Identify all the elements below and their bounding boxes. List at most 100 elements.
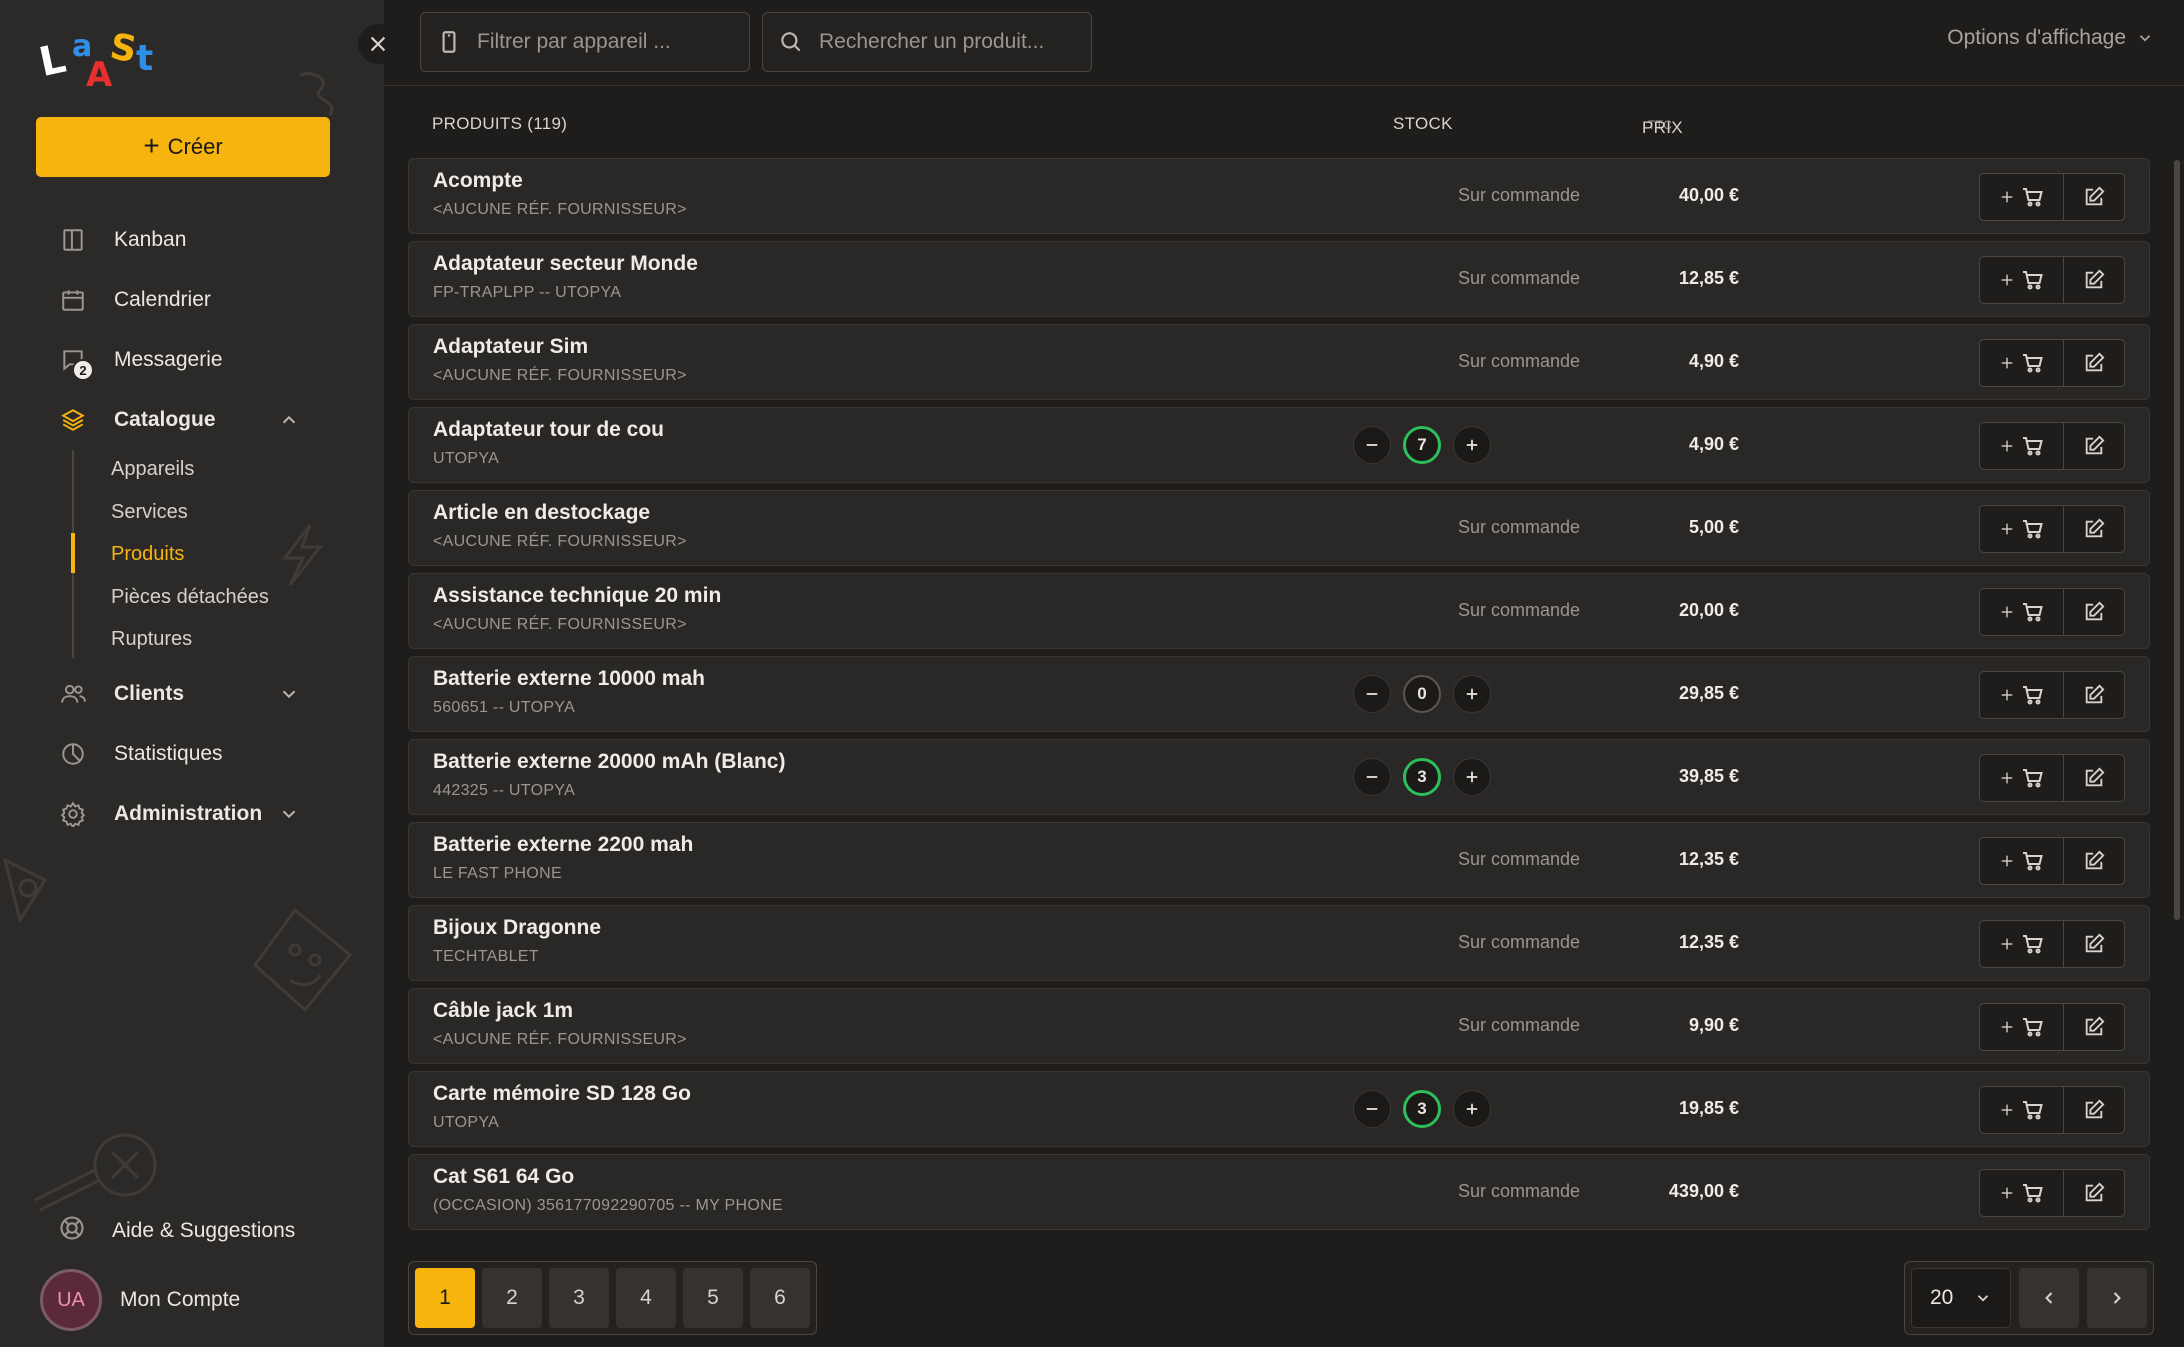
product-name[interactable]: Assistance technique 20 min [433,584,721,608]
sub-item-services[interactable]: Services [111,497,188,527]
close-sidebar-button[interactable] [358,24,398,64]
edit-button[interactable] [2064,838,2124,884]
decrease-stock-button[interactable] [1353,426,1391,464]
edit-button[interactable] [2064,1170,2124,1216]
add-to-cart-button[interactable] [1980,340,2064,386]
edit-button[interactable] [2064,1087,2124,1133]
display-options-dropdown[interactable]: Options d'affichage [1947,26,2154,50]
product-name[interactable]: Adaptateur Sim [433,335,588,359]
add-to-cart-button[interactable] [1980,672,2064,718]
table-row[interactable]: Adaptateur Sim <AUCUNE RÉF. FOURNISSEUR>… [408,324,2150,400]
nav-item-admin[interactable]: Administration [58,794,296,834]
table-row[interactable]: Article en destockage <AUCUNE RÉF. FOURN… [408,490,2150,566]
page-button[interactable]: 2 [482,1268,542,1328]
add-to-cart-button[interactable] [1980,506,2064,552]
increase-stock-button[interactable] [1453,675,1491,713]
product-name[interactable]: Bijoux Dragonne [433,916,601,940]
page-button[interactable]: 5 [683,1268,743,1328]
col-price[interactable]: PRIX TTC [1642,114,1683,137]
sub-item-produits[interactable]: Produits [111,539,184,569]
page-button[interactable]: 6 [750,1268,810,1328]
table-row[interactable]: Adaptateur tour de cou UTOPYA 7 4,90 € [408,407,2150,483]
app-logo[interactable]: L a A S t [38,22,178,88]
table-row[interactable]: Batterie externe 10000 mah 560651 -- UTO… [408,656,2150,732]
edit-button[interactable] [2064,257,2124,303]
edit-button[interactable] [2064,672,2124,718]
product-name[interactable]: Adaptateur secteur Monde [433,252,698,276]
table-row[interactable]: Cat S61 64 Go (OCCASION) 356177092290705… [408,1154,2150,1230]
add-to-cart-button[interactable] [1980,755,2064,801]
chevron-down-icon[interactable] [278,803,300,825]
product-name[interactable]: Cat S61 64 Go [433,1165,574,1189]
account-link[interactable]: UA Mon Compte [40,1269,240,1331]
table-row[interactable]: Câble jack 1m <AUCUNE RÉF. FOURNISSEUR> … [408,988,2150,1064]
edit-button[interactable] [2064,921,2124,967]
product-name[interactable]: Adaptateur tour de cou [433,418,664,442]
device-filter[interactable] [420,12,750,72]
edit-button[interactable] [2064,423,2124,469]
sub-item-ruptures[interactable]: Ruptures [111,624,192,654]
product-name[interactable]: Batterie externe 2200 mah [433,833,693,857]
chevron-down-icon[interactable] [278,683,300,705]
create-button[interactable]: + Créer [36,117,330,177]
table-row[interactable]: Batterie externe 20000 mAh (Blanc) 44232… [408,739,2150,815]
add-to-cart-button[interactable] [1980,838,2064,884]
add-to-cart-button[interactable] [1980,423,2064,469]
previous-page-button[interactable] [2019,1268,2079,1328]
submenu-active-indicator [71,533,75,573]
sub-item-pieces[interactable]: Pièces détachées [111,582,269,612]
table-row[interactable]: Adaptateur secteur Monde FP-TRAPLPP -- U… [408,241,2150,317]
scrollbar[interactable] [2174,160,2180,920]
per-page-select[interactable]: 20 [1911,1268,2011,1328]
next-page-button[interactable] [2087,1268,2147,1328]
edit-button[interactable] [2064,506,2124,552]
nav-item-stats[interactable]: Statistiques [58,734,223,774]
table-row[interactable]: Acompte <AUCUNE RÉF. FOURNISSEUR> Sur co… [408,158,2150,234]
decrease-stock-button[interactable] [1353,675,1391,713]
table-row[interactable]: Bijoux Dragonne TECHTABLET Sur commande … [408,905,2150,981]
nav-item-calendar[interactable]: Calendrier [58,280,211,320]
add-to-cart-button[interactable] [1980,1004,2064,1050]
cart-icon [2022,520,2043,539]
page-button[interactable]: 1 [415,1268,475,1328]
device-filter-input[interactable] [477,30,717,54]
nav-item-catalogue[interactable]: Catalogue [58,400,296,440]
add-to-cart-button[interactable] [1980,921,2064,967]
edit-button[interactable] [2064,174,2124,220]
decrease-stock-button[interactable] [1353,758,1391,796]
product-name[interactable]: Batterie externe 20000 mAh (Blanc) [433,750,785,774]
col-products[interactable]: PRODUITS (119) [432,114,567,134]
table-row[interactable]: Batterie externe 2200 mah LE FAST PHONE … [408,822,2150,898]
add-to-cart-button[interactable] [1980,257,2064,303]
product-name[interactable]: Acompte [433,169,523,193]
nav-item-messaging[interactable]: 2 Messagerie [58,340,223,381]
product-name[interactable]: Câble jack 1m [433,999,573,1023]
increase-stock-button[interactable] [1453,758,1491,796]
product-search[interactable] [762,12,1092,72]
edit-button[interactable] [2064,589,2124,635]
nav-item-clients[interactable]: Clients [58,674,296,714]
product-name[interactable]: Carte mémoire SD 128 Go [433,1082,691,1106]
decrease-stock-button[interactable] [1353,1090,1391,1128]
add-to-cart-button[interactable] [1980,589,2064,635]
add-to-cart-button[interactable] [1980,1087,2064,1133]
help-link[interactable]: Aide & Suggestions [58,1214,295,1248]
col-stock[interactable]: STOCK [1393,114,1453,134]
page-button[interactable]: 4 [616,1268,676,1328]
chevron-up-icon[interactable] [278,409,300,431]
product-name[interactable]: Article en destockage [433,501,650,525]
sub-item-appareils[interactable]: Appareils [111,454,194,484]
increase-stock-button[interactable] [1453,1090,1491,1128]
add-to-cart-button[interactable] [1980,1170,2064,1216]
increase-stock-button[interactable] [1453,426,1491,464]
add-to-cart-button[interactable] [1980,174,2064,220]
edit-button[interactable] [2064,755,2124,801]
product-name[interactable]: Batterie externe 10000 mah [433,667,705,691]
edit-button[interactable] [2064,340,2124,386]
search-input[interactable] [819,30,1059,54]
table-row[interactable]: Carte mémoire SD 128 Go UTOPYA 3 19,85 € [408,1071,2150,1147]
page-button[interactable]: 3 [549,1268,609,1328]
table-row[interactable]: Assistance technique 20 min <AUCUNE RÉF.… [408,573,2150,649]
edit-button[interactable] [2064,1004,2124,1050]
nav-item-kanban[interactable]: Kanban [58,220,186,260]
